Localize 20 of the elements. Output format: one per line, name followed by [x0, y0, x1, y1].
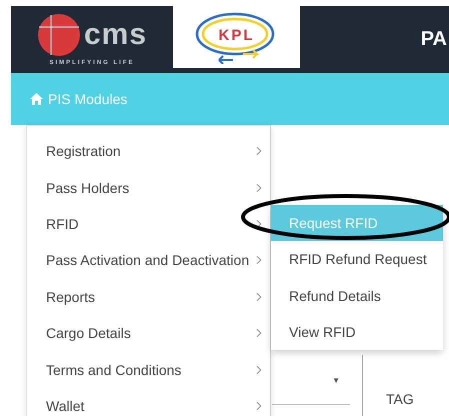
menu-item[interactable]: Reports	[27, 278, 270, 315]
menu-item[interactable]: Cargo Details	[27, 314, 270, 352]
logo-wordmark: cms	[84, 20, 148, 50]
column-header: TAG	[386, 391, 414, 407]
menu-item[interactable]: RFID	[27, 206, 270, 242]
menu-item[interactable]: Wallet	[27, 388, 270, 416]
page-title: PA	[420, 28, 447, 51]
select-field[interactable]: ▼	[272, 357, 350, 405]
ellipse-arrows-icon	[193, 10, 277, 64]
menu-item[interactable]: Pass Activation and Deactivation	[27, 242, 270, 279]
submenu-item[interactable]: View RFID	[271, 314, 443, 350]
logo-wordmark: KPL	[218, 26, 254, 44]
submenu-item[interactable]: Refund Details	[271, 278, 443, 314]
menu-item[interactable]: Pass Holders	[27, 169, 270, 206]
menu-item[interactable]: Registration	[27, 133, 270, 170]
home-icon	[30, 93, 43, 105]
caret-icon: ▼	[332, 376, 340, 385]
submenu-item[interactable]: RFID Refund Request	[271, 241, 443, 278]
circle-logo-icon	[36, 13, 81, 57]
menu-item[interactable]: Terms and Conditions	[27, 351, 270, 388]
